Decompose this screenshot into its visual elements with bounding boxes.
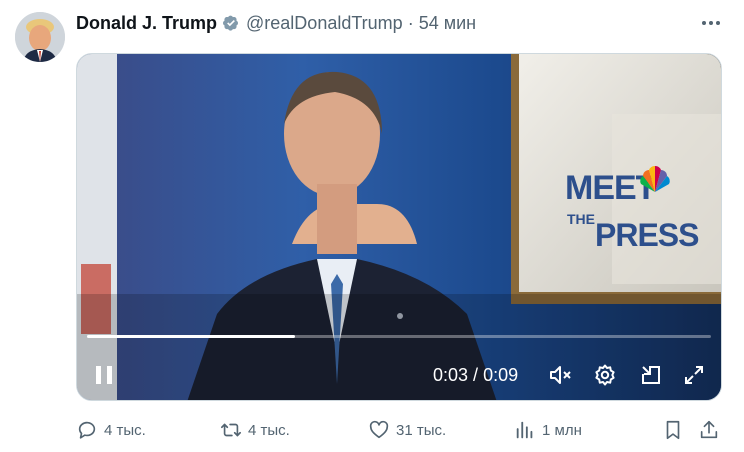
separator-dot: · <box>407 12 414 33</box>
video-timecode: 0:03 / 0:09 <box>433 362 518 388</box>
picture-in-picture-icon[interactable] <box>638 362 664 388</box>
views-button[interactable]: 1 млн <box>514 418 582 442</box>
current-time: 0:03 <box>433 364 469 385</box>
video-controls: 0:03 / 0:09 <box>77 354 721 394</box>
volume-muted-icon[interactable] <box>547 362 573 388</box>
verified-badge-icon[interactable] <box>221 13 241 33</box>
tweet-timestamp[interactable]: 54 мин <box>419 13 476 34</box>
reply-count: 4 тыс. <box>104 421 146 439</box>
video-player[interactable]: MEET THE PRESS 0:03 / 0:09 <box>76 53 722 401</box>
avatar-image <box>15 12 65 62</box>
author-handle[interactable]: @realDonaldTrump <box>246 13 403 34</box>
duration: 0:09 <box>483 364 519 385</box>
video-frame: MEET THE PRESS <box>77 54 721 400</box>
tweet-actions: 4 тыс. 4 тыс. 31 тыс. 1 млн <box>76 418 722 442</box>
backdrop-text-the: THE <box>567 211 595 227</box>
fullscreen-icon[interactable] <box>681 362 707 388</box>
bookmark-icon <box>662 419 684 441</box>
reply-icon <box>76 419 98 441</box>
more-icon[interactable] <box>700 12 722 34</box>
views-count: 1 млн <box>542 421 582 439</box>
avatar[interactable] <box>15 12 65 62</box>
progress-bar[interactable] <box>87 335 711 338</box>
retweet-icon <box>220 419 242 441</box>
time-separator: / <box>468 364 484 385</box>
progress-fill <box>87 335 295 338</box>
retweet-count: 4 тыс. <box>248 421 290 439</box>
tweet-header: Donald J. Trump @realDonaldTrump · 54 ми… <box>76 12 476 34</box>
backdrop-text-press: PRESS <box>595 217 699 253</box>
reply-button[interactable]: 4 тыс. <box>76 418 146 442</box>
like-count: 31 тыс. <box>396 421 447 439</box>
pause-icon[interactable] <box>91 362 117 388</box>
backdrop-text-meet: MEET <box>565 169 657 207</box>
heart-icon <box>368 419 390 441</box>
like-button[interactable]: 31 тыс. <box>368 418 446 442</box>
bookmark-button[interactable] <box>662 418 690 442</box>
share-button[interactable] <box>698 418 726 442</box>
author-name[interactable]: Donald J. Trump <box>76 13 217 34</box>
share-icon <box>698 419 720 441</box>
gear-icon[interactable] <box>592 362 618 388</box>
views-icon <box>514 419 536 441</box>
retweet-button[interactable]: 4 тыс. <box>220 418 290 442</box>
